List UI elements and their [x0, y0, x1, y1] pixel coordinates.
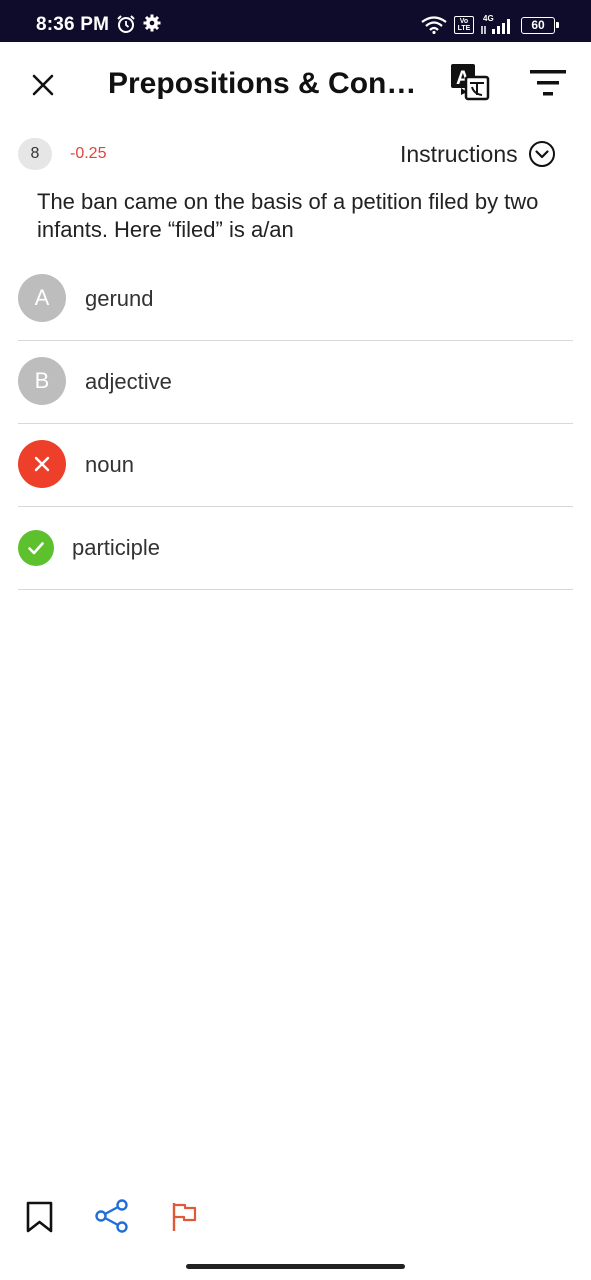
share-button[interactable] — [94, 1198, 130, 1234]
question-number-badge: 8 — [18, 138, 52, 170]
instructions-label: Instructions — [400, 140, 518, 167]
wifi-icon — [421, 16, 447, 39]
app-bar: Prepositions & Conju... A — [0, 42, 591, 128]
status-time: 8:36 PM — [36, 14, 110, 35]
wrong-answer-icon — [18, 440, 66, 488]
options-list: A gerund B adjective noun participle — [18, 258, 573, 590]
option-letter-a: A — [18, 274, 66, 322]
bookmark-icon — [26, 1201, 53, 1233]
battery-icon: 60 — [521, 17, 559, 34]
filter-icon — [530, 70, 566, 96]
option-label: adjective — [85, 369, 172, 394]
option-a[interactable]: A gerund — [18, 258, 573, 341]
option-label: participle — [72, 535, 161, 560]
option-letter-b: B — [18, 357, 66, 405]
report-flag-button[interactable] — [170, 1200, 200, 1234]
signal-icon: 4G — [480, 14, 512, 41]
filter-button[interactable] — [526, 64, 570, 106]
bookmark-button[interactable] — [24, 1200, 56, 1234]
network-label: 4G — [483, 14, 494, 23]
option-c[interactable]: noun — [18, 424, 573, 507]
negative-marks: -0.25 — [70, 145, 107, 162]
flag-icon — [172, 1203, 197, 1231]
page-title: Prepositions & Conju... — [108, 67, 418, 100]
chevron-down-circle-icon — [528, 141, 555, 167]
settings-icon — [143, 14, 161, 37]
home-indicator[interactable] — [186, 1264, 405, 1269]
option-d[interactable]: participle — [18, 507, 573, 590]
instructions-toggle[interactable]: Instructions — [400, 138, 556, 170]
bottom-toolbar — [0, 1192, 591, 1242]
translate-icon: A — [451, 64, 490, 101]
close-button[interactable] — [22, 64, 64, 106]
close-icon — [32, 74, 54, 96]
status-bar: 8:36 PM Vo LTE 4G 60 — [0, 0, 591, 42]
share-icon — [95, 1199, 128, 1233]
option-b[interactable]: B adjective — [18, 341, 573, 424]
option-label: noun — [85, 452, 134, 477]
option-label: gerund — [85, 286, 154, 311]
question-text: The ban came on the basis of a petition … — [37, 189, 539, 242]
correct-answer-icon — [18, 530, 54, 566]
translate-button[interactable]: A — [449, 62, 491, 104]
alarm-icon — [116, 14, 136, 39]
volte-icon: Vo LTE — [454, 16, 474, 34]
